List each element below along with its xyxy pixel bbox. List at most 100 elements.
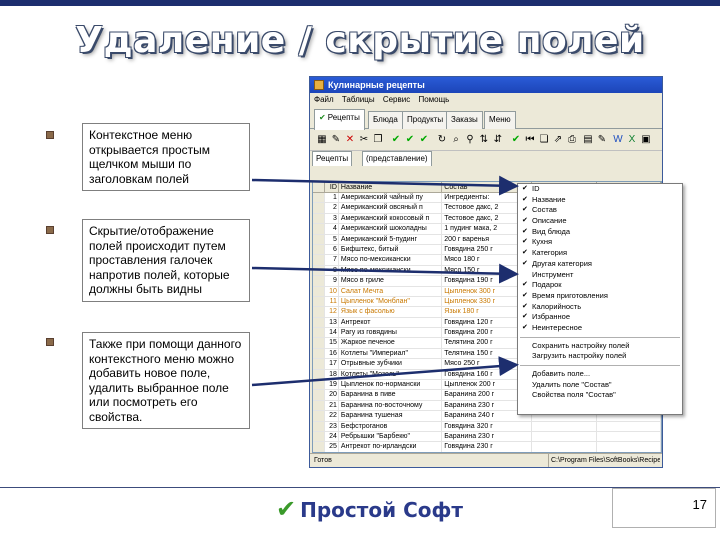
- row-selector[interactable]: [313, 411, 325, 421]
- row-selector[interactable]: [313, 359, 325, 369]
- cell-name[interactable]: Антрекот по-ирландски: [339, 442, 443, 452]
- table-row[interactable]: 25 Антрекот по-ирландски Говядина 230 г: [313, 442, 661, 452]
- cell[interactable]: [532, 431, 598, 442]
- cell-id[interactable]: 11: [325, 296, 339, 307]
- tab-orders[interactable]: Заказы: [446, 111, 483, 129]
- cell-name[interactable]: Котлеты "Мозель": [339, 369, 443, 380]
- cut-icon[interactable]: ✂: [358, 134, 370, 146]
- row-selector[interactable]: [313, 296, 325, 307]
- cell-composition[interactable]: Баранина 230 г: [442, 431, 532, 442]
- close-icon[interactable]: ▣: [640, 134, 652, 146]
- cell-id[interactable]: 24: [325, 431, 339, 442]
- tab-recipes[interactable]: ✔ Рецепты: [314, 109, 365, 130]
- menu-item-save-layout[interactable]: Сохранить настройку полей: [518, 341, 682, 352]
- row-selector[interactable]: [313, 255, 325, 265]
- menu-item-field[interactable]: ✔ Вид блюда: [518, 227, 682, 238]
- print-icon[interactable]: ⎙: [566, 134, 578, 146]
- cell-name[interactable]: Баранина по-восточному: [339, 400, 443, 411]
- cell[interactable]: [597, 442, 661, 452]
- cell-name[interactable]: Рагу из говядины: [339, 328, 443, 338]
- row-selector[interactable]: [313, 431, 325, 442]
- menu-item-field[interactable]: ✔ Подарок: [518, 280, 682, 291]
- cell-id[interactable]: 4: [325, 224, 339, 234]
- cell[interactable]: [532, 442, 598, 452]
- menu-service[interactable]: Сервис: [383, 95, 410, 104]
- row-selector[interactable]: [313, 328, 325, 338]
- cell-name[interactable]: Жаркое печеное: [339, 338, 443, 348]
- cell-id[interactable]: 7: [325, 255, 339, 265]
- row-selector[interactable]: [313, 244, 325, 255]
- row-selector[interactable]: [313, 442, 325, 452]
- table-row[interactable]: 24 Ребрышки "Барбекю" Баранина 230 г: [313, 431, 661, 443]
- edit-icon[interactable]: ✎: [596, 134, 608, 146]
- cell-id[interactable]: 10: [325, 286, 339, 296]
- row-selector[interactable]: [313, 307, 325, 317]
- row-selector[interactable]: [313, 369, 325, 380]
- cell-id[interactable]: 6: [325, 244, 339, 255]
- cell-name[interactable]: Бифштекс, битый: [339, 244, 443, 255]
- cell-id[interactable]: 16: [325, 348, 339, 359]
- cell-id[interactable]: 8: [325, 265, 339, 276]
- cell[interactable]: [597, 431, 661, 442]
- menu-item-field[interactable]: ✔ Состав: [518, 205, 682, 216]
- row-selector[interactable]: [313, 234, 325, 244]
- cell-name[interactable]: Антрекот: [339, 317, 443, 328]
- cell-composition[interactable]: Говядина 320 г: [442, 421, 532, 431]
- menu-tables[interactable]: Таблицы: [342, 95, 375, 104]
- grid-icon[interactable]: ▦: [316, 134, 328, 146]
- menu-item-field[interactable]: ✔ Категория: [518, 248, 682, 259]
- menu-file[interactable]: Файл: [314, 95, 334, 104]
- cell-id[interactable]: 20: [325, 390, 339, 400]
- row-selector[interactable]: [313, 421, 325, 431]
- column-header-id[interactable]: ID: [325, 182, 339, 192]
- row-selector[interactable]: [313, 338, 325, 348]
- check-icon[interactable]: ✔: [404, 134, 416, 146]
- cell-id[interactable]: 15: [325, 338, 339, 348]
- view-tab-recipes[interactable]: Рецепты: [312, 151, 353, 166]
- menu-item-field-properties[interactable]: Свойства поля "Состав": [518, 390, 682, 401]
- export-icon[interactable]: ⇗: [552, 134, 564, 146]
- column-header-name[interactable]: Название: [339, 182, 443, 192]
- window-icon[interactable]: ❏: [538, 134, 550, 146]
- menu-item-field[interactable]: ✔ Название: [518, 195, 682, 206]
- cell-name[interactable]: Американский чайный пу: [339, 193, 443, 203]
- cell-name[interactable]: Мясо по-мексикански: [339, 255, 443, 265]
- menu-item-field[interactable]: ✔ Другая категория: [518, 259, 682, 270]
- cell-name[interactable]: Американский 5-пудинг: [339, 234, 443, 244]
- cell-name[interactable]: Американский шоколадны: [339, 224, 443, 234]
- menu-item-field[interactable]: Инструмент: [518, 270, 682, 281]
- cell-name[interactable]: Американский кокосовый п: [339, 213, 443, 224]
- excel-icon[interactable]: X: [626, 134, 638, 146]
- word-icon[interactable]: W: [612, 134, 624, 146]
- cell-id[interactable]: 2: [325, 203, 339, 213]
- cell-name[interactable]: Ребрышки "Барбекю": [339, 431, 443, 442]
- row-selector[interactable]: [313, 265, 325, 276]
- row-selector[interactable]: [313, 276, 325, 286]
- cell-name[interactable]: Мясо в гриле: [339, 276, 443, 286]
- cell-id[interactable]: 19: [325, 380, 339, 390]
- cell-id[interactable]: 3: [325, 213, 339, 224]
- window-icon[interactable]: ▤: [582, 134, 594, 146]
- cell-id[interactable]: 18: [325, 369, 339, 380]
- filter-icon[interactable]: ⚲: [464, 134, 476, 146]
- menu-item-load-layout[interactable]: Загрузить настройку полей: [518, 351, 682, 362]
- cell-id[interactable]: 13: [325, 317, 339, 328]
- row-selector[interactable]: [313, 213, 325, 224]
- tab-dishes[interactable]: Блюда: [368, 111, 403, 129]
- cell[interactable]: [597, 421, 661, 431]
- row-selector[interactable]: [313, 317, 325, 328]
- cell-name[interactable]: Цыпленок "Монблан": [339, 296, 443, 307]
- menu-item-field[interactable]: ✔ Неинтересное: [518, 323, 682, 334]
- row-selector[interactable]: [313, 380, 325, 390]
- row-selector[interactable]: [313, 224, 325, 234]
- cell-name[interactable]: Язык с фасолью: [339, 307, 443, 317]
- cell-id[interactable]: 22: [325, 411, 339, 421]
- copy-icon[interactable]: ❐: [372, 134, 384, 146]
- cell-id[interactable]: 12: [325, 307, 339, 317]
- cell-name[interactable]: Баранина тушеная: [339, 411, 443, 421]
- check-icon[interactable]: ✔: [510, 134, 522, 146]
- menu-help[interactable]: Помощь: [418, 95, 449, 104]
- cell-id[interactable]: 17: [325, 359, 339, 369]
- menu-item-field[interactable]: ✔ Избранное: [518, 312, 682, 323]
- row-selector[interactable]: [313, 348, 325, 359]
